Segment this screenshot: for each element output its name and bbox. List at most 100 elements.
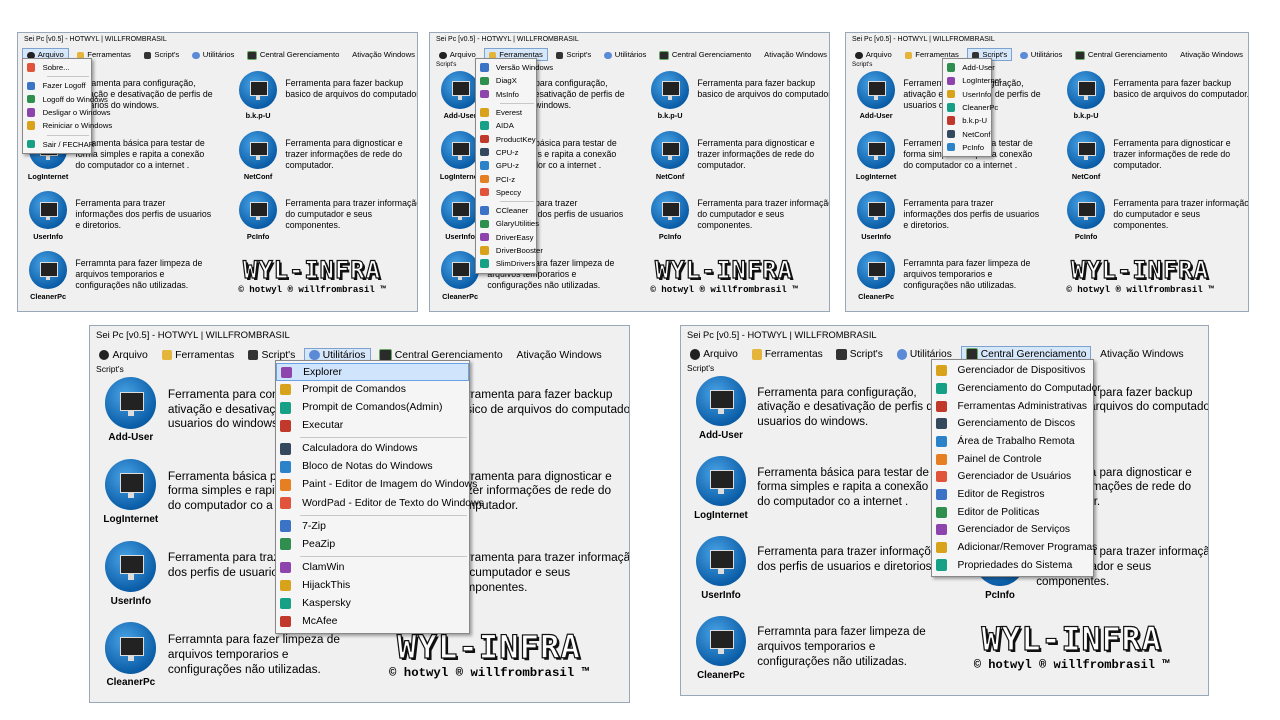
menu-item-hijackthis[interactable]: HijackThis (276, 577, 470, 595)
menu-arquivo[interactable]: Arquivo (685, 347, 743, 362)
menu-item-ferramentas-administrativas[interactable]: Ferramentas Administrativas (932, 398, 1094, 416)
tool-b-k-p-u[interactable]: b.k.p-U (647, 70, 696, 128)
menu-item-logoff-do-windows[interactable]: Logoff do Windows (23, 93, 108, 106)
menu-ativacao-windows[interactable]: Ativação Windows (347, 48, 417, 61)
menu-item-loginternet[interactable]: LogInternet (943, 74, 1001, 87)
tool-userinfo[interactable]: UserInfo (25, 191, 74, 248)
menu-item-driverbooster[interactable]: DriverBooster (476, 244, 543, 257)
menu-item-gerenciador-de-usuarios[interactable]: Gerenciador de Usuários (932, 468, 1094, 486)
menu-utilitarios[interactable]: Utilitários (1015, 48, 1067, 61)
menu-item-adicionar-remover-programas[interactable]: Adicionar/Remover Programas (932, 539, 1097, 557)
menu-item-cleanerpc[interactable]: CleanerPc (943, 101, 998, 114)
menu-item-productkey[interactable]: ProductKey (476, 133, 536, 146)
menu-item-explorer[interactable]: Explorer (275, 363, 470, 382)
tool-pcinfo[interactable]: PcInfo (647, 191, 696, 248)
menu-item-kaspersky[interactable]: Kaspersky (276, 595, 470, 613)
menu-ativacao-windows[interactable]: Ativação Windows (511, 348, 606, 363)
menu-item-versao-windows[interactable]: Versão Windows (476, 61, 553, 74)
menu-script-s[interactable]: Script's (551, 48, 597, 61)
menu-item-editor-de-politicas[interactable]: Editor de Politicas (932, 504, 1094, 522)
tool-cleanerpc[interactable]: CleanerPc (25, 251, 74, 308)
menu-arquivo[interactable]: Arquivo (434, 48, 481, 61)
menu-item-netconf[interactable]: NetConf (943, 128, 991, 141)
tool-userinfo[interactable]: UserInfo (853, 191, 902, 248)
menu-item-paint-editor-de-imagem-do-windows[interactable]: Paint - Editor de Imagem do Windows (276, 476, 477, 494)
tool-userinfo[interactable]: UserInfo (690, 536, 755, 612)
menu-item-userinfo[interactable]: UserInfo (943, 88, 991, 101)
tool-b-k-p-u[interactable]: b.k.p-U (235, 70, 284, 128)
menu-ativacao-windows[interactable]: Ativação Windows (759, 48, 829, 61)
tool-cleanerpc[interactable]: CleanerPc (100, 622, 167, 700)
menu-item-pcinfo[interactable]: PcInfo (943, 141, 991, 154)
tool-pcinfo[interactable]: PcInfo (1063, 191, 1112, 248)
tool-cleanerpc[interactable]: CleanerPc (690, 616, 755, 692)
menu-ativacao-windows[interactable]: Ativação Windows (1095, 347, 1189, 362)
menu-item-everest[interactable]: Everest (476, 106, 536, 119)
menu-item-gerenciador-de-dispositivos[interactable]: Gerenciador de Dispositivos (932, 362, 1094, 380)
menu-item-gpu-z[interactable]: GPU-z (476, 159, 536, 172)
menu-item-painel-de-controle[interactable]: Painel de Controle (932, 451, 1094, 469)
menu-item-mcafee[interactable]: McAfee (276, 613, 470, 631)
tool-netconf[interactable]: NetConf (647, 131, 696, 188)
menu-script-s[interactable]: Script's (139, 48, 185, 61)
menu-label: Utilitários (1030, 50, 1063, 60)
menu-item-bloco-de-notas-do-windows[interactable]: Bloco de Notas do Windows (276, 458, 470, 476)
menu-item-peazip[interactable]: PeaZip (276, 536, 470, 554)
menu-arquivo[interactable]: Arquivo (850, 48, 897, 61)
menu-item-gerenciamento-de-discos[interactable]: Gerenciamento de Discos (932, 415, 1094, 433)
menu-central-gerenciamento[interactable]: Central Gerenciamento (1070, 48, 1172, 62)
tool-pcinfo[interactable]: PcInfo (235, 191, 284, 248)
tool-loginternet[interactable]: LogInternet (100, 459, 167, 537)
menu-item-propriedades-do-sistema[interactable]: Propriedades do Sistema (932, 557, 1094, 575)
menu-central-gerenciamento[interactable]: Central Gerenciamento (654, 48, 756, 62)
tool-add-user[interactable]: Add-User (100, 377, 167, 455)
menu-item-slimdrivers[interactable]: SlimDrivers (476, 257, 536, 270)
menu-item-pci-z[interactable]: PCI-z (476, 173, 536, 186)
tool-netconf[interactable]: NetConf (1063, 131, 1112, 188)
tool-loginternet[interactable]: LogInternet (853, 131, 902, 188)
menu-arquivo[interactable]: Arquivo (94, 348, 153, 363)
menu-item-area-de-trabalho-remota[interactable]: Área de Trabalho Remota (932, 433, 1094, 451)
menu-item-fazer-logoff[interactable]: Fazer Logoff (23, 79, 91, 92)
menu-item-b-k-p-u[interactable]: b.k.p-U (943, 114, 991, 127)
menu-item-label: Painel de Controle (957, 453, 1042, 465)
menu-item-editor-de-registros[interactable]: Editor de Registros (932, 486, 1094, 504)
menu-item-sair-fechar[interactable]: Sair / FECHAR (23, 138, 94, 151)
menu-item-clamwin[interactable]: ClamWin (276, 559, 470, 577)
menu-item-prompit-de-comandos-admin[interactable]: Prompit de Comandos(Admin) (276, 399, 470, 417)
menu-item-add-user[interactable]: Add-User (943, 61, 995, 74)
menu-item-prompit-de-comandos[interactable]: Prompit de Comandos (276, 381, 470, 399)
menu-item-reiniciar-o-windows[interactable]: Reiniciar o Windows (23, 119, 112, 132)
menu-item-glaryutilities[interactable]: GlaryUtilities (476, 217, 539, 230)
menu-script-s[interactable]: Script's (831, 347, 887, 362)
menu-item-executar[interactable]: Executar (276, 417, 470, 435)
menu-item-msinfo[interactable]: MsInfo (476, 88, 536, 101)
tool-loginternet[interactable]: LogInternet (690, 456, 755, 532)
tool-b-k-p-u[interactable]: b.k.p-U (1063, 70, 1112, 128)
menu-central-gerenciamento[interactable]: Central Gerenciamento (242, 48, 344, 62)
menu-ativacao-windows[interactable]: Ativação Windows (1175, 48, 1248, 61)
menu-ferramentas[interactable]: Ferramentas (157, 348, 240, 363)
menu-item-calculadora-do-windows[interactable]: Calculadora do Windows (276, 440, 470, 458)
menu-item-drivereasy[interactable]: DriverEasy (476, 231, 536, 244)
menu-item-ccleaner[interactable]: CCleaner (476, 204, 536, 217)
tool-add-user[interactable]: Add-User (853, 70, 902, 128)
menu-item-gerenciamento-do-computador[interactable]: Gerenciamento do Computador (932, 380, 1101, 398)
menu-item-sobre[interactable]: Sobre... (23, 61, 91, 74)
menu-item-label: DriverBooster (495, 246, 543, 256)
tool-netconf[interactable]: NetConf (235, 131, 284, 188)
menu-item-7-zip[interactable]: 7-Zip (276, 518, 470, 536)
menu-item-aida[interactable]: AIDA (476, 119, 536, 132)
menu-item-speccy[interactable]: Speccy (476, 186, 536, 199)
tool-add-user[interactable]: Add-User (690, 376, 755, 452)
tool-cleanerpc[interactable]: CleanerPc (853, 251, 902, 308)
tool-userinfo[interactable]: UserInfo (100, 540, 167, 619)
menu-item-desligar-o-windows[interactable]: Desligar o Windows (23, 106, 111, 119)
menu-utilitarios[interactable]: Utilitários (187, 48, 239, 61)
menu-item-diagx[interactable]: DiagX (476, 74, 536, 87)
menu-item-cpu-z[interactable]: CPU-z (476, 146, 536, 159)
menu-ferramentas[interactable]: Ferramentas (747, 347, 828, 362)
menu-item-wordpad-editor-de-texto-do-windows[interactable]: WordPad - Editor de Texto do Windows (276, 495, 484, 513)
menu-utilitarios[interactable]: Utilitários (599, 48, 651, 61)
menu-item-gerenciador-de-servicos[interactable]: Gerenciador de Serviços (932, 521, 1094, 539)
